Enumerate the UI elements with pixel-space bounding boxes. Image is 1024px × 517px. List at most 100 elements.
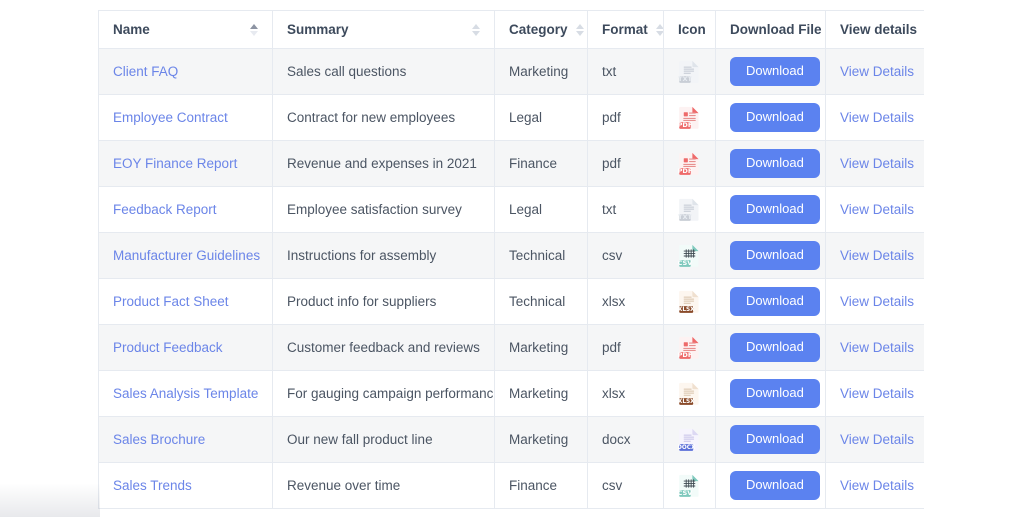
table-row: Product Feedback Customer feedback and r…	[98, 324, 924, 371]
cell-view: View Details	[825, 462, 924, 509]
cell-format: txt	[587, 186, 664, 233]
cell-icon: PDF	[663, 94, 716, 141]
sort-toggle-icon[interactable]	[575, 23, 584, 36]
cell-view: View Details	[825, 186, 924, 233]
document-format-text: txt	[602, 202, 617, 217]
cell-summary: Contract for new employees	[272, 94, 495, 141]
column-header-category[interactable]: Category	[494, 10, 588, 49]
download-button[interactable]: Download	[730, 287, 820, 316]
download-button[interactable]: Download	[730, 471, 820, 500]
txt-file-icon: TXT	[678, 50, 701, 94]
document-summary-text: Sales call questions	[287, 64, 407, 79]
document-name-link[interactable]: Product Fact Sheet	[113, 294, 229, 309]
sort-toggle-icon[interactable]	[472, 23, 480, 36]
table-row: Manufacturer Guidelines Instructions for…	[98, 232, 924, 279]
cell-summary: Revenue over time	[272, 462, 495, 509]
svg-text:PDF: PDF	[678, 167, 692, 175]
download-button[interactable]: Download	[730, 241, 820, 270]
download-button[interactable]: Download	[730, 57, 820, 86]
cell-icon: CSV	[663, 232, 716, 279]
document-category-text: Technical	[509, 248, 566, 263]
document-name-link[interactable]: Employee Contract	[113, 110, 228, 125]
table-row: Employee Contract Contract for new emplo…	[98, 94, 924, 141]
cell-summary: Revenue and expenses in 2021	[272, 140, 495, 187]
view-details-link[interactable]: View Details	[840, 156, 914, 171]
cell-icon: CSV	[663, 462, 716, 509]
column-header-icon-label: Icon	[678, 22, 706, 37]
view-details-link[interactable]: View Details	[840, 478, 914, 493]
table-row: Client FAQ Sales call questions Marketin…	[98, 48, 924, 95]
column-header-summary[interactable]: Summary	[272, 10, 495, 49]
document-name-link[interactable]: Client FAQ	[113, 64, 178, 79]
svg-text:XLSX: XLSX	[678, 307, 695, 313]
document-name-link[interactable]: Sales Trends	[113, 478, 192, 493]
cell-icon: XLSX	[663, 278, 716, 325]
document-category-text: Finance	[509, 478, 558, 493]
document-category-text: Marketing	[509, 432, 569, 447]
download-button[interactable]: Download	[730, 103, 820, 132]
column-header-format-label: Format	[602, 22, 648, 37]
view-details-link[interactable]: View Details	[840, 202, 914, 217]
sort-ascending-icon[interactable]	[250, 23, 258, 36]
cell-summary: Sales call questions	[272, 48, 495, 95]
pdf-file-icon: PDF	[678, 326, 701, 370]
cell-icon: XLSX	[663, 370, 716, 417]
svg-text:DOCX: DOCX	[678, 445, 696, 451]
svg-text:TXT: TXT	[678, 75, 693, 83]
documents-table: Name Summary Category Format Icon Downlo…	[98, 10, 924, 509]
document-format-text: xlsx	[602, 386, 626, 401]
document-name-link[interactable]: Sales Analysis Template	[113, 386, 258, 401]
view-details-link[interactable]: View Details	[840, 64, 914, 79]
cell-view: View Details	[825, 370, 924, 417]
document-summary-text: Our new fall product line	[287, 432, 433, 447]
cell-summary: Customer feedback and reviews	[272, 324, 495, 371]
download-button[interactable]: Download	[730, 333, 820, 362]
document-format-text: pdf	[602, 340, 621, 355]
cell-download: Download	[715, 140, 826, 187]
download-button[interactable]: Download	[730, 149, 820, 178]
view-details-link[interactable]: View Details	[840, 386, 914, 401]
cell-icon: DOCX	[663, 416, 716, 463]
cell-download: Download	[715, 370, 826, 417]
table-row: Sales Trends Revenue over time Finance c…	[98, 462, 924, 509]
sort-toggle-icon[interactable]	[655, 23, 663, 36]
cell-name: Client FAQ	[98, 48, 273, 95]
download-button[interactable]: Download	[730, 195, 820, 224]
cell-name: Sales Brochure	[98, 416, 273, 463]
document-category-text: Marketing	[509, 386, 569, 401]
view-details-link[interactable]: View Details	[840, 432, 914, 447]
cell-view: View Details	[825, 278, 924, 325]
download-button[interactable]: Download	[730, 425, 820, 454]
column-header-name[interactable]: Name	[98, 10, 273, 49]
cell-format: csv	[587, 462, 664, 509]
document-name-link[interactable]: Product Feedback	[113, 340, 223, 355]
document-name-link[interactable]: Feedback Report	[113, 202, 217, 217]
document-category-text: Technical	[509, 294, 566, 309]
cell-category: Marketing	[494, 48, 588, 95]
cell-name: Manufacturer Guidelines	[98, 232, 273, 279]
document-name-link[interactable]: Manufacturer Guidelines	[113, 248, 260, 263]
table-row: EOY Finance Report Revenue and expenses …	[98, 140, 924, 187]
cell-icon: PDF	[663, 324, 716, 371]
column-header-format[interactable]: Format	[587, 10, 664, 49]
view-details-link[interactable]: View Details	[840, 110, 914, 125]
cell-view: View Details	[825, 94, 924, 141]
page-root: Name Summary Category Format Icon Downlo…	[0, 0, 1024, 517]
document-summary-text: Employee satisfaction survey	[287, 202, 462, 217]
document-name-link[interactable]: EOY Finance Report	[113, 156, 237, 171]
document-summary-text: Revenue over time	[287, 478, 401, 493]
document-format-text: pdf	[602, 110, 621, 125]
cell-summary: Employee satisfaction survey	[272, 186, 495, 233]
cell-name: Sales Analysis Template	[98, 370, 273, 417]
cell-download: Download	[715, 186, 826, 233]
view-details-link[interactable]: View Details	[840, 340, 914, 355]
document-summary-text: Revenue and expenses in 2021	[287, 156, 477, 171]
cell-name: Employee Contract	[98, 94, 273, 141]
cell-download: Download	[715, 324, 826, 371]
view-details-link[interactable]: View Details	[840, 294, 914, 309]
view-details-link[interactable]: View Details	[840, 248, 914, 263]
document-name-link[interactable]: Sales Brochure	[113, 432, 205, 447]
cell-summary: For gauging campaign performance	[272, 370, 495, 417]
cell-download: Download	[715, 94, 826, 141]
download-button[interactable]: Download	[730, 379, 820, 408]
